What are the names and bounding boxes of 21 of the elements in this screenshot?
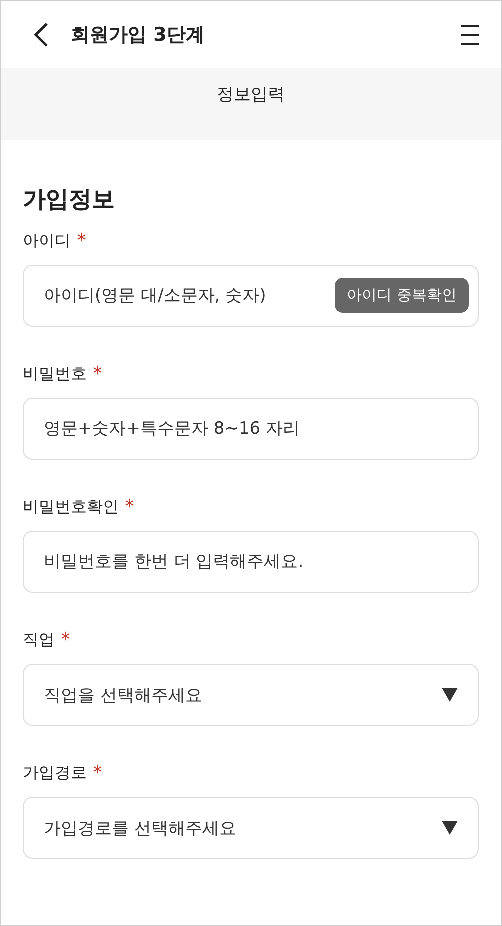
- input-field[interactable]: 비밀번호를 한번 더 입력해주세요.: [23, 531, 479, 593]
- required-mark: *: [93, 363, 102, 385]
- required-mark: *: [77, 230, 86, 252]
- required-mark: *: [93, 762, 102, 784]
- step-title: 정보입력: [217, 84, 285, 106]
- required-mark: *: [125, 496, 134, 518]
- page-title: 회원가입 3단계: [71, 22, 206, 48]
- input-field[interactable]: 영문+숫자+특수문자 8~16 자리: [23, 398, 479, 460]
- required-mark: *: [61, 629, 70, 651]
- dropdown-triangle-icon: [442, 688, 458, 702]
- select-field[interactable]: 가입경로를 선택해주세요: [23, 797, 479, 859]
- field-label: 비밀번호: [23, 364, 87, 384]
- field-label: 비밀번호확인: [23, 496, 119, 518]
- duplicate-check-button[interactable]: 아이디 중복확인: [335, 278, 469, 313]
- field-label: 가입경로: [23, 762, 87, 784]
- menu-icon[interactable]: [459, 24, 481, 46]
- field-label: 아이디: [23, 230, 71, 252]
- select-field[interactable]: 직업을 선택해주세요: [23, 664, 479, 726]
- dropdown-triangle-icon: [442, 821, 458, 835]
- field-label: 직업: [23, 630, 55, 650]
- section-title: 가입정보: [23, 186, 115, 215]
